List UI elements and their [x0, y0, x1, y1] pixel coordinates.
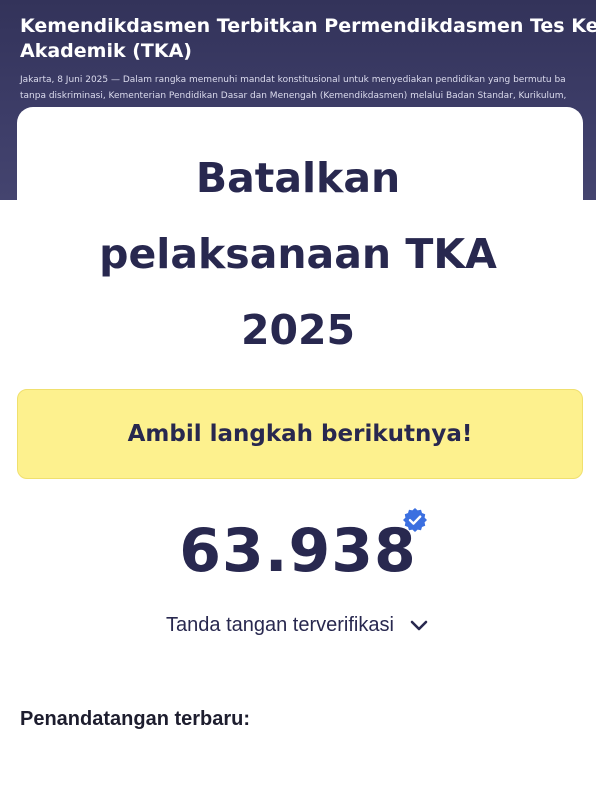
news-excerpt-line-2: tanpa diskriminasi, Kementerian Pendidik…: [20, 91, 567, 101]
verified-signatures-toggle[interactable]: Tanda tangan terverifikasi: [0, 609, 596, 641]
verified-signatures-label: Tanda tangan terverifikasi: [166, 613, 394, 636]
next-step-button[interactable]: Ambil langkah berikutnya!: [17, 389, 583, 479]
petition-title-line-1: Batalkan: [195, 154, 401, 202]
signature-count: 63.938: [179, 516, 417, 586]
next-step-button-label: Ambil langkah berikutnya!: [127, 421, 473, 447]
recent-signers-heading: Penandatangan terbaru:: [20, 708, 251, 730]
petition-title: Batalkan pelaksanaan TKA 2025: [0, 140, 596, 368]
news-headline-line-1: Kemendikdasmen Terbitkan Permendikdasmen…: [20, 15, 596, 37]
news-excerpt-line-1: Jakarta, 8 Juni 2025 — Dalam rangka meme…: [20, 75, 566, 85]
petition-title-line-2: pelaksanaan TKA: [99, 230, 497, 278]
verified-badge-icon: [403, 508, 427, 532]
news-excerpt: Jakarta, 8 Juni 2025 — Dalam rangka meme…: [20, 72, 596, 104]
petition-title-line-3: 2025: [240, 306, 356, 354]
news-headline: Kemendikdasmen Terbitkan Permendikdasmen…: [20, 14, 596, 64]
chevron-down-icon: [410, 620, 428, 631]
news-headline-line-2: Akademik (TKA): [20, 40, 192, 62]
